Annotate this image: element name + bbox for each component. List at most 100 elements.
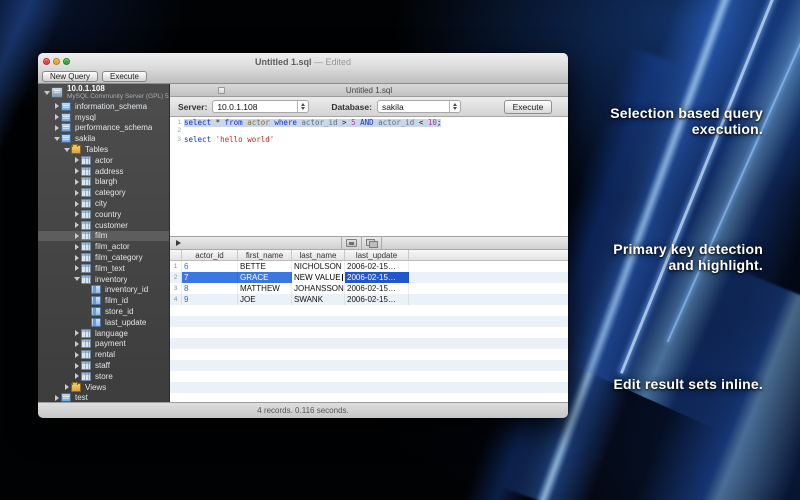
cell-last_update[interactable]: 2006-02-15… (345, 272, 409, 283)
disclosure-closed-icon[interactable] (53, 395, 61, 401)
execute-query-button[interactable]: Execute (504, 100, 552, 114)
column-header-last_update[interactable]: last_update (345, 250, 409, 261)
disclosure-closed-icon[interactable] (73, 330, 81, 336)
disclosure-closed-icon[interactable] (73, 255, 81, 261)
sql-editor[interactable]: 1select * from actor where actor_id > 5 … (170, 117, 568, 236)
disclosure-open-icon[interactable] (43, 91, 51, 95)
cell-last_name[interactable]: SWANK (292, 294, 345, 305)
cell-last_name[interactable]: JOHANSSON (292, 283, 345, 294)
cell-last_name[interactable]: NEW VALUE (292, 272, 345, 283)
sidebar-item-sakila[interactable]: sakila (38, 133, 169, 144)
disclosure-closed-icon[interactable] (73, 341, 81, 347)
disclosure-closed-icon[interactable] (73, 201, 81, 207)
disclosure-closed-icon[interactable] (73, 211, 81, 217)
sidebar-item-film-category[interactable]: film_category (38, 252, 169, 263)
cell-first_name[interactable]: JOE (238, 294, 292, 305)
close-icon[interactable] (43, 58, 50, 65)
sidebar-item-label: rental (95, 350, 115, 359)
sidebar-item-country[interactable]: country (38, 209, 169, 220)
cell-first_name[interactable]: BETTE (238, 261, 292, 272)
document-tab-bar[interactable]: Untitled 1.sql (170, 84, 568, 97)
disclosure-closed-icon[interactable] (73, 244, 81, 250)
sidebar-item-film[interactable]: film (38, 231, 169, 242)
sidebar-item-customer[interactable]: customer (38, 220, 169, 231)
editor-line[interactable]: 1select * from actor where actor_id > 5 … (170, 119, 568, 127)
table-row[interactable]: 49JOESWANK2006-02-15… (170, 294, 568, 305)
database-select[interactable]: sakila (377, 100, 461, 113)
sidebar-item-rental[interactable]: rental (38, 349, 169, 360)
column-header-actor_id[interactable]: actor_id (182, 250, 238, 261)
disclosure-closed-icon[interactable] (73, 373, 81, 379)
table-row[interactable]: 38MATTHEWJOHANSSON2006-02-15… (170, 283, 568, 294)
zoom-icon[interactable] (63, 58, 70, 65)
sidebar-item-inventory[interactable]: inventory (38, 274, 169, 285)
disclosure-closed-icon[interactable] (73, 179, 81, 185)
column-header-first_name[interactable]: first_name (238, 250, 292, 261)
sidebar-item-performance-schema[interactable]: performance_schema (38, 123, 169, 134)
tab-title[interactable]: Untitled 1.sql (346, 86, 392, 95)
sidebar-item-information-schema[interactable]: information_schema (38, 101, 169, 112)
table-row[interactable]: 27GRACENEW VALUE2006-02-15… (170, 272, 568, 283)
disclosure-closed-icon[interactable] (73, 190, 81, 196)
sidebar-item-address[interactable]: address (38, 166, 169, 177)
disclosure-closed-icon[interactable] (73, 265, 81, 271)
sidebar-item-film-text[interactable]: film_text (38, 263, 169, 274)
disclosure-closed-icon[interactable] (53, 114, 61, 120)
title-bar[interactable]: Untitled 1.sql — Edited (38, 53, 568, 70)
server-select[interactable]: 10.0.1.108 (212, 100, 309, 113)
results-disclosure-icon[interactable] (176, 240, 181, 246)
sidebar-item-language[interactable]: language (38, 328, 169, 339)
sidebar-item-inventory-id[interactable]: inventory_id (38, 285, 169, 296)
disclosure-closed-icon[interactable] (73, 168, 81, 174)
sidebar-item-staff[interactable]: staff (38, 360, 169, 371)
minimize-icon[interactable] (53, 58, 60, 65)
disclosure-closed-icon[interactable] (73, 222, 81, 228)
cell-last_name[interactable]: NICHOLSON (292, 261, 345, 272)
cell-actor_id[interactable]: 7 (182, 272, 238, 283)
disclosure-open-icon[interactable] (63, 148, 71, 152)
table-row[interactable]: 16BETTENICHOLSON2006-02-15… (170, 261, 568, 272)
cell-last_update[interactable]: 2006-02-15… (345, 261, 409, 272)
sidebar-item-city[interactable]: city (38, 198, 169, 209)
cell-last_update[interactable]: 2006-02-15… (345, 294, 409, 305)
disclosure-closed-icon[interactable] (73, 233, 81, 239)
cell-actor_id[interactable]: 9 (182, 294, 238, 305)
cell-first_name[interactable]: GRACE (238, 272, 292, 283)
sidebar-item-film-id[interactable]: film_id (38, 295, 169, 306)
disclosure-closed-icon[interactable] (73, 157, 81, 163)
disclosure-closed-icon[interactable] (73, 363, 81, 369)
cell-first_name[interactable]: MATTHEW (238, 283, 292, 294)
editor-line-code: select * from actor where actor_id > 5 A… (184, 119, 441, 127)
sidebar-item-payment[interactable]: payment (38, 339, 169, 350)
sidebar-item-views[interactable]: Views (38, 382, 169, 393)
disclosure-closed-icon[interactable] (73, 352, 81, 358)
disclosure-closed-icon[interactable] (53, 103, 61, 109)
sidebar-item-actor[interactable]: actor (38, 155, 169, 166)
sidebar-item-category[interactable]: category (38, 187, 169, 198)
sidebar-item-store[interactable]: store (38, 371, 169, 382)
sidebar-item-store-id[interactable]: store_id (38, 306, 169, 317)
sidebar-item-tables[interactable]: Tables (38, 144, 169, 155)
sidebar-item-test[interactable]: test (38, 393, 169, 402)
disclosure-closed-icon[interactable] (53, 125, 61, 131)
cell-actor_id[interactable]: 8 (182, 283, 238, 294)
result-sets-button[interactable] (362, 237, 381, 249)
sidebar-item-blargh[interactable]: blargh (38, 177, 169, 188)
sidebar-item-last-update[interactable]: last_update (38, 317, 169, 328)
sidebar-item-label: store_id (105, 307, 133, 316)
table-icon (81, 177, 91, 186)
editor-line[interactable]: 3select 'hello world' (170, 136, 568, 144)
disclosure-closed-icon[interactable] (63, 384, 71, 390)
sidebar-item-film-actor[interactable]: film_actor (38, 241, 169, 252)
column-header-last_name[interactable]: last_name (292, 250, 345, 261)
cell-last_update[interactable]: 2006-02-15… (345, 283, 409, 294)
cell-actor_id[interactable]: 6 (182, 261, 238, 272)
sidebar-item-mysql[interactable]: mysql (38, 112, 169, 123)
disclosure-open-icon[interactable] (73, 277, 81, 281)
sidebar-item-10-0-1-108[interactable]: 10.0.1.108MySQL Community Server (GPL) 5… (38, 84, 169, 101)
tab-close-icon[interactable] (218, 87, 225, 94)
toolbar-execute-button[interactable]: Execute (102, 71, 147, 82)
disclosure-open-icon[interactable] (53, 137, 61, 141)
new-query-button[interactable]: New Query (42, 71, 98, 82)
export-results-button[interactable] (342, 237, 361, 249)
